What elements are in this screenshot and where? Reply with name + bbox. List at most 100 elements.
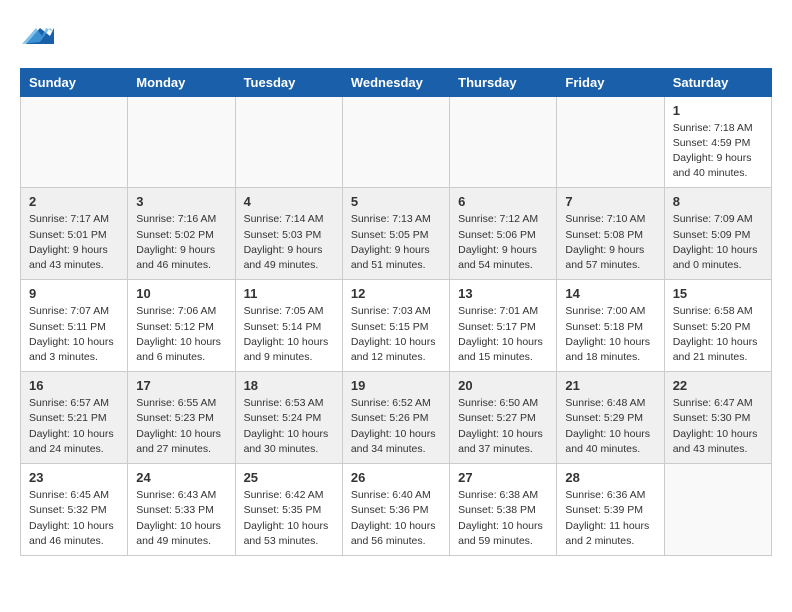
day-number: 12	[351, 286, 441, 301]
day-info: Sunrise: 7:09 AMSunset: 5:09 PMDaylight:…	[673, 212, 763, 273]
day-number: 2	[29, 194, 119, 209]
calendar-day-cell	[342, 96, 449, 188]
day-info: Sunrise: 6:38 AMSunset: 5:38 PMDaylight:…	[458, 488, 548, 549]
day-number: 10	[136, 286, 226, 301]
day-info: Sunrise: 6:57 AMSunset: 5:21 PMDaylight:…	[29, 396, 119, 457]
calendar-day-cell: 16 Sunrise: 6:57 AMSunset: 5:21 PMDayligh…	[21, 372, 128, 464]
calendar-week-row: 9 Sunrise: 7:07 AMSunset: 5:11 PMDaylight…	[21, 280, 772, 372]
day-number: 13	[458, 286, 548, 301]
calendar-day-cell: 28 Sunrise: 6:36 AMSunset: 5:39 PMDayligh…	[557, 464, 664, 556]
day-number: 28	[565, 470, 655, 485]
day-number: 22	[673, 378, 763, 393]
day-info: Sunrise: 7:16 AMSunset: 5:02 PMDaylight:…	[136, 212, 226, 273]
day-info: Sunrise: 6:52 AMSunset: 5:26 PMDaylight:…	[351, 396, 441, 457]
day-info: Sunrise: 6:55 AMSunset: 5:23 PMDaylight:…	[136, 396, 226, 457]
day-info: Sunrise: 7:00 AMSunset: 5:18 PMDaylight:…	[565, 304, 655, 365]
day-number: 8	[673, 194, 763, 209]
day-number: 20	[458, 378, 548, 393]
day-info: Sunrise: 6:40 AMSunset: 5:36 PMDaylight:…	[351, 488, 441, 549]
calendar-day-cell: 27Sunrise: 6:38 AMSunset: 5:38 PMDayligh…	[450, 464, 557, 556]
day-number: 16	[29, 378, 119, 393]
weekday-header-monday: Monday	[128, 68, 235, 96]
calendar-day-cell: 5Sunrise: 7:13 AMSunset: 5:05 PMDaylight…	[342, 188, 449, 280]
day-number: 3	[136, 194, 226, 209]
calendar-day-cell: 17 Sunrise: 6:55 AMSunset: 5:23 PMDayligh…	[128, 372, 235, 464]
calendar-day-cell	[450, 96, 557, 188]
calendar-day-cell: 3 Sunrise: 7:16 AMSunset: 5:02 PMDaylight…	[128, 188, 235, 280]
day-number: 7	[565, 194, 655, 209]
weekday-header-sunday: Sunday	[21, 68, 128, 96]
calendar-day-cell: 1 Sunrise: 7:18 AMSunset: 4:59 PMDaylight…	[664, 96, 771, 188]
calendar-day-cell: 25 Sunrise: 6:42 AMSunset: 5:35 PMDayligh…	[235, 464, 342, 556]
day-number: 6	[458, 194, 548, 209]
day-number: 11	[244, 286, 334, 301]
day-number: 23	[29, 470, 119, 485]
calendar-week-row: 16 Sunrise: 6:57 AMSunset: 5:21 PMDayligh…	[21, 372, 772, 464]
calendar-header-row: SundayMondayTuesdayWednesdayThursdayFrid…	[21, 68, 772, 96]
calendar-day-cell	[235, 96, 342, 188]
calendar-day-cell	[21, 96, 128, 188]
calendar-day-cell	[128, 96, 235, 188]
calendar-day-cell: 24 Sunrise: 6:43 AMSunset: 5:33 PMDayligh…	[128, 464, 235, 556]
day-number: 15	[673, 286, 763, 301]
calendar-day-cell: 15 Sunrise: 6:58 AMSunset: 5:20 PMDayligh…	[664, 280, 771, 372]
day-info: Sunrise: 7:18 AMSunset: 4:59 PMDaylight:…	[673, 121, 763, 182]
weekday-header-saturday: Saturday	[664, 68, 771, 96]
day-number: 25	[244, 470, 334, 485]
day-info: Sunrise: 6:58 AMSunset: 5:20 PMDaylight:…	[673, 304, 763, 365]
day-info: Sunrise: 7:01 AMSunset: 5:17 PMDaylight:…	[458, 304, 548, 365]
calendar-day-cell: 8 Sunrise: 7:09 AMSunset: 5:09 PMDaylight…	[664, 188, 771, 280]
day-number: 26	[351, 470, 441, 485]
day-number: 24	[136, 470, 226, 485]
day-number: 17	[136, 378, 226, 393]
calendar-day-cell: 14 Sunrise: 7:00 AMSunset: 5:18 PMDayligh…	[557, 280, 664, 372]
calendar-day-cell: 10Sunrise: 7:06 AMSunset: 5:12 PMDayligh…	[128, 280, 235, 372]
day-info: Sunrise: 6:50 AMSunset: 5:27 PMDaylight:…	[458, 396, 548, 457]
day-number: 9	[29, 286, 119, 301]
calendar-day-cell: 26 Sunrise: 6:40 AMSunset: 5:36 PMDayligh…	[342, 464, 449, 556]
day-info: Sunrise: 6:45 AMSunset: 5:32 PMDaylight:…	[29, 488, 119, 549]
day-info: Sunrise: 7:07 AMSunset: 5:11 PMDaylight:…	[29, 304, 119, 365]
calendar-day-cell: 7 Sunrise: 7:10 AMSunset: 5:08 PMDaylight…	[557, 188, 664, 280]
day-number: 18	[244, 378, 334, 393]
day-info: Sunrise: 7:03 AMSunset: 5:15 PMDaylight:…	[351, 304, 441, 365]
day-info: Sunrise: 7:12 AMSunset: 5:06 PMDaylight:…	[458, 212, 548, 273]
weekday-header-wednesday: Wednesday	[342, 68, 449, 96]
calendar-day-cell: 11 Sunrise: 7:05 AMSunset: 5:14 PMDayligh…	[235, 280, 342, 372]
day-number: 14	[565, 286, 655, 301]
calendar-day-cell: 23 Sunrise: 6:45 AMSunset: 5:32 PMDayligh…	[21, 464, 128, 556]
calendar-day-cell: 19 Sunrise: 6:52 AMSunset: 5:26 PMDayligh…	[342, 372, 449, 464]
calendar-day-cell: 2 Sunrise: 7:17 AMSunset: 5:01 PMDaylight…	[21, 188, 128, 280]
weekday-header-tuesday: Tuesday	[235, 68, 342, 96]
day-number: 5	[351, 194, 441, 209]
day-info: Sunrise: 6:43 AMSunset: 5:33 PMDaylight:…	[136, 488, 226, 549]
day-info: Sunrise: 6:53 AMSunset: 5:24 PMDaylight:…	[244, 396, 334, 457]
day-info: Sunrise: 7:10 AMSunset: 5:08 PMDaylight:…	[565, 212, 655, 273]
day-info: Sunrise: 7:14 AMSunset: 5:03 PMDaylight:…	[244, 212, 334, 273]
day-info: Sunrise: 6:36 AMSunset: 5:39 PMDaylight:…	[565, 488, 655, 549]
day-info: Sunrise: 7:17 AMSunset: 5:01 PMDaylight:…	[29, 212, 119, 273]
day-info: Sunrise: 6:48 AMSunset: 5:29 PMDaylight:…	[565, 396, 655, 457]
calendar-table: SundayMondayTuesdayWednesdayThursdayFrid…	[20, 68, 772, 556]
day-info: Sunrise: 6:42 AMSunset: 5:35 PMDaylight:…	[244, 488, 334, 549]
calendar-day-cell: 13 Sunrise: 7:01 AMSunset: 5:17 PMDayligh…	[450, 280, 557, 372]
day-number: 4	[244, 194, 334, 209]
calendar-week-row: 2 Sunrise: 7:17 AMSunset: 5:01 PMDaylight…	[21, 188, 772, 280]
calendar-day-cell: 21Sunrise: 6:48 AMSunset: 5:29 PMDayligh…	[557, 372, 664, 464]
weekday-header-friday: Friday	[557, 68, 664, 96]
calendar-day-cell: 18 Sunrise: 6:53 AMSunset: 5:24 PMDayligh…	[235, 372, 342, 464]
day-info: Sunrise: 7:05 AMSunset: 5:14 PMDaylight:…	[244, 304, 334, 365]
page-header	[20, 20, 772, 58]
calendar-day-cell	[557, 96, 664, 188]
day-info: Sunrise: 6:47 AMSunset: 5:30 PMDaylight:…	[673, 396, 763, 457]
calendar-week-row: 23 Sunrise: 6:45 AMSunset: 5:32 PMDayligh…	[21, 464, 772, 556]
calendar-day-cell: 4 Sunrise: 7:14 AMSunset: 5:03 PMDaylight…	[235, 188, 342, 280]
logo-icon	[22, 20, 54, 52]
calendar-day-cell: 9 Sunrise: 7:07 AMSunset: 5:11 PMDaylight…	[21, 280, 128, 372]
logo	[20, 20, 54, 58]
weekday-header-thursday: Thursday	[450, 68, 557, 96]
day-number: 19	[351, 378, 441, 393]
calendar-day-cell: 20 Sunrise: 6:50 AMSunset: 5:27 PMDayligh…	[450, 372, 557, 464]
calendar-day-cell: 12 Sunrise: 7:03 AMSunset: 5:15 PMDayligh…	[342, 280, 449, 372]
day-number: 1	[673, 103, 763, 118]
